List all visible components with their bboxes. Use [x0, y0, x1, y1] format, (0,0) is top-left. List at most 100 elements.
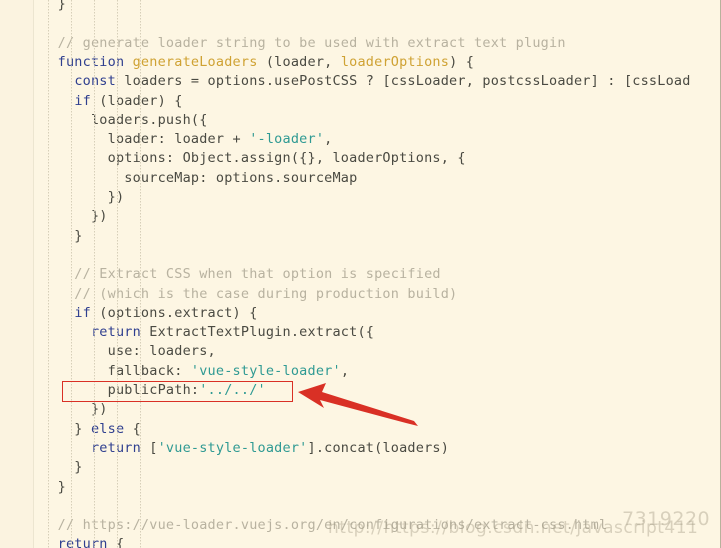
code-line-text: }) [41, 207, 108, 226]
code-token: sourceMap: options.sourceMap [41, 169, 358, 186]
code-line[interactable]: 41 } [0, 227, 720, 246]
code-token: ].concat(loaders) [307, 439, 450, 456]
code-line-text: }) [41, 188, 124, 207]
code-line[interactable]: 50 }) [0, 400, 720, 419]
code-token: loaderOptions [340, 53, 450, 70]
code-token: else [90, 420, 125, 437]
code-token: options: Object.assign({}, loaderOptions… [41, 150, 466, 167]
code-line-text: loaders.push({ [41, 111, 208, 130]
code-line-text: return ['vue-style-loader'].concat(loade… [41, 439, 449, 458]
line-number-gutter [0, 0, 33, 548]
code-token: // https://vue-loader.vuejs.org/en/confi… [41, 517, 608, 534]
code-line[interactable]: 56 // https://vue-loader.vuejs.org/en/co… [0, 516, 720, 535]
code-line[interactable]: 40 }) [0, 207, 720, 226]
code-token: (options.extract) { [90, 304, 258, 321]
code-line[interactable]: 32 function generateLoaders (loader, loa… [0, 53, 720, 72]
indent-guide [94, 0, 95, 548]
code-line-text: loader: loader + '-loader', [41, 130, 333, 149]
code-token: if [74, 92, 91, 109]
code-line[interactable]: 38 sourceMap: options.sourceMap [0, 169, 720, 188]
code-token: ) { [449, 53, 475, 70]
code-token: use: loaders, [41, 343, 216, 360]
code-token: return [57, 536, 108, 548]
code-token: } [41, 0, 66, 12]
code-token: } [41, 478, 66, 495]
code-token: const [74, 73, 116, 90]
code-token: (loader) { [90, 92, 183, 109]
code-token: // Extract CSS when that option is speci… [41, 266, 441, 283]
code-line-text: } [41, 0, 66, 14]
gutter-separator [33, 0, 34, 548]
code-token: }) [41, 189, 125, 205]
code-line[interactable]: 43 // Extract CSS when that option is sp… [0, 265, 720, 284]
code-line[interactable]: 45 if (options.extract) { [0, 304, 720, 323]
code-line[interactable]: 37 options: Object.assign({}, loaderOpti… [0, 149, 720, 168]
code-line[interactable]: 57 return { [0, 535, 720, 548]
code-line[interactable]: 44 // (which is the case during producti… [0, 285, 720, 304]
code-line-text: if (options.extract) { [41, 304, 258, 323]
code-line-text: sourceMap: options.sourceMap [41, 169, 357, 188]
code-line-text: options: Object.assign({}, loaderOptions… [41, 149, 466, 168]
code-line[interactable]: 46 return ExtractTextPlugin.extract({ [0, 323, 720, 342]
code-line[interactable]: 51 } else { [0, 420, 720, 439]
code-token: 'vue-style-loader' [157, 439, 308, 456]
code-line[interactable]: 53 } [0, 458, 720, 477]
code-token: '-loader' [249, 131, 325, 148]
code-line[interactable]: 33 const loaders = options.usePostCSS ? … [0, 72, 720, 91]
code-line-text: use: loaders, [41, 342, 216, 361]
code-token: loaders.push({ [41, 111, 208, 128]
code-line[interactable]: 35 loaders.push({ [0, 111, 720, 130]
code-line-text: // (which is the case during production … [41, 285, 457, 304]
code-line-text: function generateLoaders (loader, loader… [41, 53, 474, 72]
indent-guide [48, 0, 49, 548]
code-token: , [324, 131, 333, 148]
code-token: ExtractTextPlugin.extract({ [140, 324, 375, 341]
code-token: generateLoaders [132, 53, 258, 70]
code-line[interactable]: 48 fallback: 'vue-style-loader', [0, 362, 720, 381]
code-line[interactable]: 30 [0, 14, 720, 33]
indent-guide [117, 0, 118, 548]
code-line[interactable]: 54 } [0, 478, 720, 497]
code-line-text: return ExtractTextPlugin.extract({ [41, 323, 374, 342]
code-line-text: return { [41, 535, 124, 548]
code-line[interactable]: 52 return ['vue-style-loader'].concat(lo… [0, 439, 720, 458]
code-token: return [90, 324, 141, 341]
code-line[interactable]: 31 // generate loader string to be used … [0, 34, 720, 53]
code-line[interactable]: 47 use: loaders, [0, 342, 720, 361]
code-line[interactable]: 55 [0, 497, 720, 516]
code-token: return [90, 439, 141, 456]
code-token: { [107, 536, 125, 548]
code-line-text: } else { [41, 420, 141, 439]
code-token: if [74, 304, 91, 321]
code-token: loaders = options.usePostCSS ? [cssLoade… [115, 73, 691, 90]
code-token: loader: loader + [41, 131, 250, 148]
indent-guide [140, 0, 141, 548]
annotation-highlight-box [62, 381, 293, 402]
code-token: , [340, 362, 350, 379]
code-token: // (which is the case during production … [41, 285, 458, 302]
code-token: }) [41, 401, 108, 418]
code-token: fallback: [41, 362, 191, 379]
code-line[interactable]: 36 loader: loader + '-loader', [0, 130, 720, 149]
code-token: }) [41, 208, 108, 225]
code-token: { [124, 420, 141, 437]
code-line-text: // Extract CSS when that option is speci… [41, 265, 441, 284]
code-line[interactable]: 34 if (loader) { [0, 92, 720, 111]
code-token: [ [140, 439, 158, 456]
code-line-text: }) [41, 400, 108, 419]
code-line-text: // generate loader string to be used wit… [41, 34, 566, 53]
code-token: (loader, [257, 53, 341, 70]
code-token: 'vue-style-loader' [190, 362, 341, 379]
code-line-text: // https://vue-loader.vuejs.org/en/confi… [41, 516, 607, 535]
code-line[interactable]: 39 }) [0, 188, 720, 207]
code-line[interactable]: 29 } [0, 0, 720, 14]
code-line[interactable]: 42 [0, 246, 720, 265]
indent-guide [71, 0, 72, 548]
code-content-area[interactable]: 29 }3031 // generate loader string to be… [0, 0, 720, 548]
code-line-text: if (loader) { [41, 92, 183, 111]
